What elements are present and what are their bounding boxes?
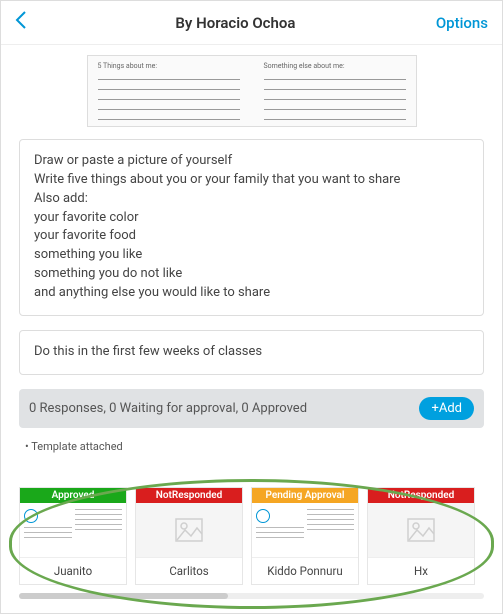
instruction-line: your favorite food [34,227,469,246]
instruction-line: something you like [34,246,469,265]
instruction-line: something you do not like [34,265,469,284]
worksheet-preview[interactable]: 5 Things about me: Something else about … [87,55,417,127]
status-badge: NotResponded [368,488,474,503]
response-tile[interactable]: NotResponded Hx [367,487,475,585]
worksheet-right-heading: Something else about me: [264,62,406,70]
back-icon[interactable] [15,10,35,36]
response-tile[interactable]: NotResponded Carlitos [135,487,243,585]
instruction-line: and anything else you would like to shar… [34,284,469,303]
instruction-line: Also add: [34,190,469,209]
response-tile[interactable]: Approved Juanito [19,487,127,585]
response-name: Juanito [20,557,126,584]
worksheet-left-heading: 5 Things about me: [98,62,240,70]
status-badge: Pending Approval [252,488,358,503]
status-bar: 0 Responses, 0 Waiting for approval, 0 A… [19,389,484,428]
template-attached-note: Template attached [19,438,484,467]
timing-text: Do this in the first few weeks of classe… [34,343,469,362]
response-thumbnail [20,503,126,557]
response-name: Hx [368,557,474,584]
response-name: Carlitos [136,557,242,584]
options-button[interactable]: Options [436,14,488,32]
response-thumbnail [252,503,358,557]
status-text: 0 Responses, 0 Waiting for approval, 0 A… [29,401,307,416]
responses-strip: Approved Juanito NotResponded Carlitos Pendi… [1,481,502,613]
status-badge: Approved [20,488,126,503]
status-badge: NotResponded [136,488,242,503]
instruction-line: Write five things about you or your fami… [34,171,469,190]
placeholder-image-icon [368,503,474,557]
horizontal-scrollbar[interactable] [19,593,484,599]
instruction-line: your favorite color [34,209,469,228]
app-window: By Horacio Ochoa Options 5 Things about … [0,0,503,614]
header-bar: By Horacio Ochoa Options [1,1,502,45]
instructions-card: Draw or paste a picture of yourself Writ… [19,139,484,316]
response-name: Kiddo Ponnuru [252,557,358,584]
instruction-line: Draw or paste a picture of yourself [34,152,469,171]
main-scroll-area: 5 Things about me: Something else about … [1,45,502,481]
response-tile[interactable]: Pending Approval Kiddo Ponnuru [251,487,359,585]
timing-card: Do this in the first few weeks of classe… [19,330,484,375]
page-title: By Horacio Ochoa [35,14,436,32]
add-button[interactable]: +Add [419,397,474,420]
placeholder-image-icon [136,503,242,557]
